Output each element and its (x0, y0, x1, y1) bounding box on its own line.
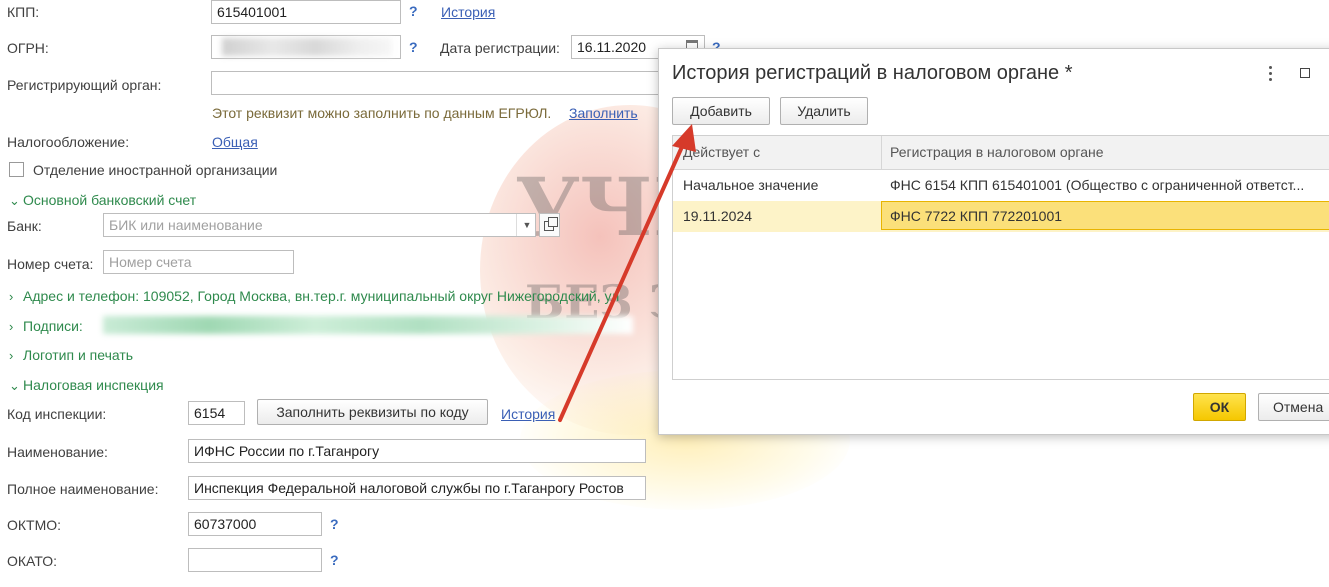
name-label: Наименование: (7, 444, 108, 460)
column-header-registration[interactable]: Регистрация в налоговом органе (890, 144, 1104, 160)
delete-button[interactable]: Удалить (780, 97, 868, 125)
cancel-button[interactable]: Отмена (1258, 393, 1329, 421)
signatures-section-header[interactable]: › Подписи: (9, 318, 83, 334)
logo-section-title: Логотип и печать (23, 347, 134, 363)
full-name-label: Полное наименование: (7, 481, 159, 497)
dialog-title: История регистраций в налоговом органе * (672, 62, 1073, 84)
ok-button[interactable]: ОК (1193, 393, 1246, 421)
kpp-input[interactable]: 615401001 (211, 0, 401, 24)
inspection-history-link[interactable]: История (501, 406, 555, 422)
table-row[interactable]: Начальное значение ФНС 6154 КПП 61540100… (673, 170, 1329, 201)
kpp-label: КПП: (7, 4, 40, 20)
inspection-code-input[interactable]: 6154 (188, 401, 245, 425)
egrul-fill-link[interactable]: Заполнить (569, 105, 638, 121)
tax-section-title: Налоговая инспекция (23, 377, 164, 393)
reg-date-label: Дата регистрации: (440, 40, 560, 56)
fill-by-code-button[interactable]: Заполнить реквизиты по коду (257, 399, 488, 425)
row-registration: ФНС 6154 КПП 615401001 (Общество с огран… (890, 177, 1305, 193)
signatures-redacted (103, 316, 633, 334)
okato-help-icon[interactable]: ? (330, 552, 339, 568)
reg-authority-label: Регистрирующий орган: (7, 77, 162, 93)
okato-label: ОКАТО: (7, 553, 57, 569)
taxation-link[interactable]: Общая (212, 134, 258, 150)
bank-placeholder: БИК или наименование (109, 217, 263, 233)
taxation-label: Налогообложение: (7, 134, 130, 150)
account-input[interactable]: Номер счета (103, 250, 294, 274)
bank-input[interactable]: БИК или наименование (103, 213, 536, 237)
more-menu-icon[interactable] (1269, 66, 1272, 81)
dropdown-arrow-icon[interactable]: ▼ (516, 214, 537, 236)
reg-authority-input[interactable] (211, 71, 671, 95)
row-date: Начальное значение (683, 177, 819, 193)
registration-history-dialog: История регистраций в налоговом органе *… (658, 48, 1329, 435)
full-name-input[interactable]: Инспекция Федеральной налоговой службы п… (188, 476, 646, 500)
egrul-hint: Этот реквизит можно заполнить по данным … (212, 105, 552, 121)
row-registration: ФНС 7722 КПП 772201001 (890, 208, 1063, 224)
signatures-section-title: Подписи: (23, 318, 83, 334)
account-label: Номер счета: (7, 256, 94, 272)
bank-label: Банк: (7, 218, 42, 234)
ogrn-redacted-value (222, 38, 392, 56)
bank-section-title: Основной банковский счет (23, 192, 197, 208)
tax-section-header[interactable]: ⌄ Налоговая инспекция (9, 377, 164, 394)
chevron-right-icon: › (9, 289, 14, 304)
foreign-branch-checkbox[interactable] (9, 162, 24, 177)
table-header: Действует с Регистрация в налоговом орга… (673, 136, 1329, 170)
account-placeholder: Номер счета (109, 254, 192, 270)
maximize-icon[interactable] (1300, 68, 1310, 78)
open-bank-button[interactable] (539, 213, 560, 237)
name-input[interactable]: ИФНС России по г.Таганрогу (188, 439, 646, 463)
foreign-branch-label: Отделение иностранной организации (33, 162, 278, 178)
chevron-down-icon: ⌄ (9, 378, 20, 393)
row-date: 19.11.2024 (683, 208, 753, 224)
inspection-code-label: Код инспекции: (7, 406, 107, 422)
add-button[interactable]: Добавить (672, 97, 770, 125)
oktmo-input[interactable]: 60737000 (188, 512, 322, 536)
history-table: Действует с Регистрация в налоговом орга… (672, 135, 1329, 380)
oktmo-label: ОКТМО: (7, 517, 62, 533)
okato-input[interactable] (188, 548, 322, 572)
address-section-header[interactable]: › Адрес и телефон: 109052, Город Москва, … (9, 288, 619, 304)
chevron-right-icon: › (9, 348, 14, 363)
chevron-down-icon: ⌄ (9, 193, 20, 208)
bank-section-header[interactable]: ⌄ Основной банковский счет (9, 192, 196, 209)
oktmo-help-icon[interactable]: ? (330, 516, 339, 532)
address-section-title: Адрес и телефон: 109052, Город Москва, в… (23, 288, 620, 304)
kpp-history-link[interactable]: История (441, 4, 495, 20)
table-row-selected[interactable]: 19.11.2024 ФНС 7722 КПП 772201001 (673, 201, 1329, 232)
chevron-right-icon: › (9, 319, 14, 334)
logo-section-header[interactable]: › Логотип и печать (9, 347, 133, 363)
ogrn-help-icon[interactable]: ? (409, 39, 418, 55)
kpp-help-icon[interactable]: ? (409, 3, 418, 19)
ogrn-label: ОГРН: (7, 40, 49, 56)
column-header-date[interactable]: Действует с (683, 144, 760, 160)
